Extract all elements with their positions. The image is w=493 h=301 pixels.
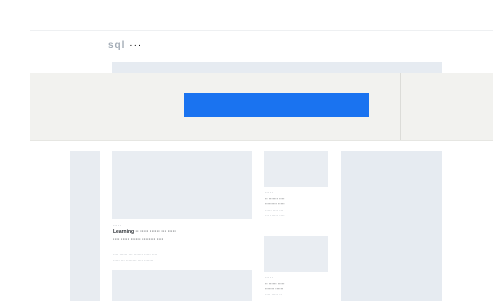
side-article-title-1-line2: ········· ····· (265, 201, 285, 206)
side-article-image-1 (264, 151, 328, 187)
right-ad-panel-placeholder (341, 151, 442, 301)
side-article-meta-2: ··· ·· (265, 275, 273, 280)
side-article-image-2 (264, 236, 328, 272)
side-article-snippet-2-line1: ···· ····· ·· (265, 292, 282, 297)
logo-rest-text: ··· (129, 40, 143, 51)
side-article-title-2-line2: ······· ······ (265, 286, 284, 291)
side-article-meta-1: ··· ·· (265, 190, 273, 195)
main-article-title-line1: Learning ·· ····· ······ ··· ····· (113, 229, 177, 235)
logo-main-text: sql (108, 40, 126, 51)
page: sql ··· ··· ·· Learning ·· ····· ······ … (0, 0, 493, 301)
side-article-snippet-1-line2: ··· ······ ···· (265, 213, 285, 218)
main-article-meta: ··· ·· (113, 223, 121, 228)
banner-cta-button[interactable] (184, 93, 369, 117)
main-article-snippet-line1: ···· ······ ··· ······· ····· ···· (113, 252, 158, 257)
main-article-title-line2: ···· ····· ······ ········ ···· (113, 237, 164, 243)
site-logo[interactable]: sql ··· (108, 40, 142, 51)
nav-bar-placeholder (112, 62, 442, 73)
left-rail-placeholder (70, 151, 100, 301)
banner-divider (400, 73, 401, 140)
next-article-image (112, 270, 252, 301)
main-article-image (112, 151, 252, 219)
main-article-snippet-line2: ····· ··· ········ ···· ······· (113, 258, 154, 263)
